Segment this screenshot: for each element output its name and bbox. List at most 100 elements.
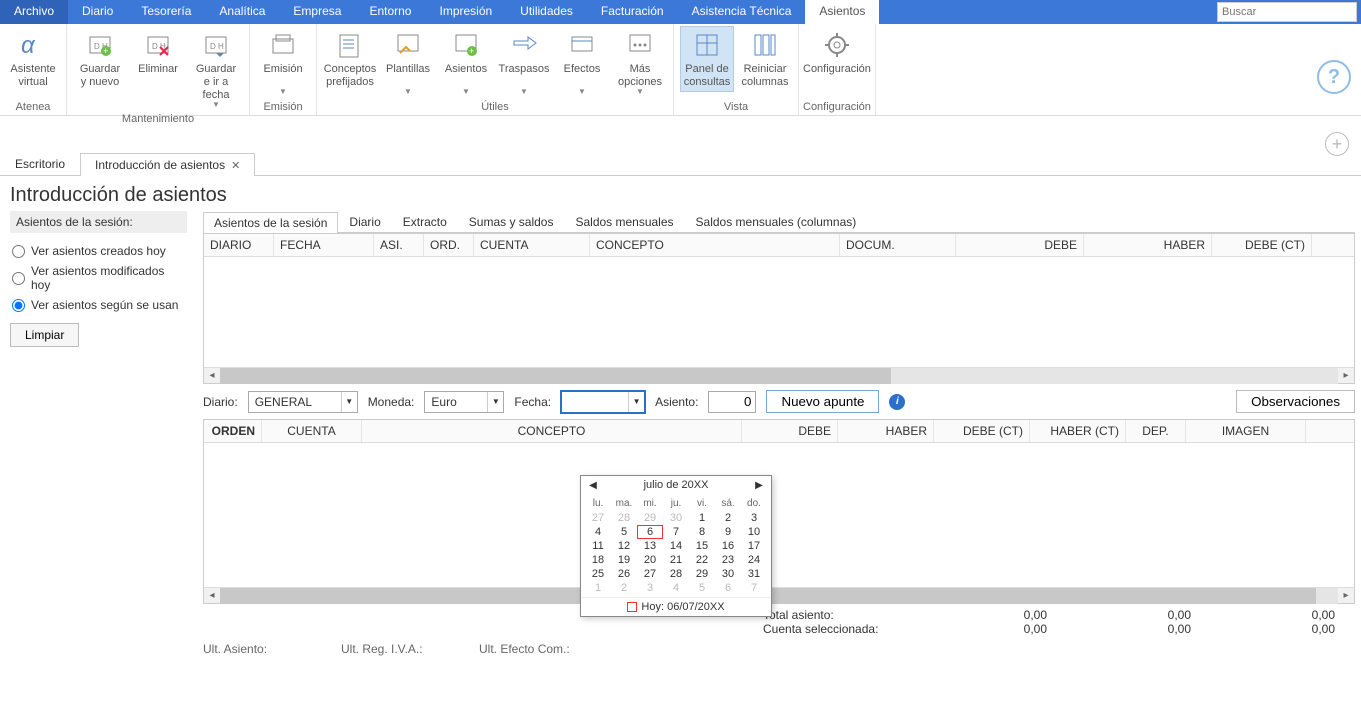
col-fecha[interactable]: FECHA — [274, 234, 374, 256]
day-cell[interactable]: 2 — [715, 511, 741, 525]
ribbon-mas-opciones[interactable]: Más opciones▼ — [613, 26, 667, 98]
menu-impresi-n[interactable]: Impresión — [425, 0, 506, 24]
col-dep-[interactable]: DEP. — [1126, 420, 1186, 442]
day-cell[interactable]: 5 — [689, 581, 715, 595]
ribbon-traspasos[interactable]: Traspasos▼ — [497, 26, 551, 98]
day-cell[interactable]: 13 — [637, 539, 663, 553]
doc-tab-introducci-n-de-asientos[interactable]: Introducción de asientos✕ — [80, 153, 255, 176]
doc-tab-escritorio[interactable]: Escritorio — [0, 152, 80, 175]
chevron-down-icon[interactable]: ▼ — [279, 89, 287, 95]
menu-archivo[interactable]: Archivo — [0, 0, 68, 24]
col-concepto[interactable]: CONCEPTO — [590, 234, 840, 256]
day-cell[interactable]: 5 — [611, 525, 637, 539]
day-cell[interactable]: 24 — [741, 553, 767, 567]
ribbon-eliminar[interactable]: D HEliminar — [131, 26, 185, 92]
ribbon-asientos-dd[interactable]: +Asientos▼ — [439, 26, 493, 98]
ribbon-guardar-fecha[interactable]: D HGuardar e ir a fecha▼ — [189, 26, 243, 111]
day-cell[interactable]: 8 — [689, 525, 715, 539]
radio-input[interactable] — [12, 299, 25, 312]
col-debe-ct-[interactable]: DEBE (CT) — [1212, 234, 1312, 256]
date-picker-month[interactable]: julio de 20XX — [599, 479, 753, 491]
menu-anal-tica[interactable]: Analítica — [205, 0, 279, 24]
session-grid-hscroll[interactable]: ◂ ▸ — [204, 367, 1354, 383]
day-cell[interactable]: 10 — [741, 525, 767, 539]
day-cell[interactable]: 14 — [663, 539, 689, 553]
menu-tesorer-a[interactable]: Tesorería — [127, 0, 205, 24]
session-filter-radio-0[interactable]: Ver asientos creados hoy — [10, 241, 187, 261]
ribbon-guardar-nuevo[interactable]: D H+Guardar y nuevo — [73, 26, 127, 92]
day-cell[interactable]: 3 — [637, 581, 663, 595]
day-cell[interactable]: 2 — [611, 581, 637, 595]
scroll-left-icon[interactable]: ◂ — [204, 370, 220, 381]
col-debe[interactable]: DEBE — [956, 234, 1084, 256]
day-cell[interactable]: 1 — [689, 511, 715, 525]
day-cell[interactable]: 20 — [637, 553, 663, 567]
col-ord-[interactable]: ORD. — [424, 234, 474, 256]
col-haber[interactable]: HABER — [838, 420, 934, 442]
observaciones-button[interactable]: Observaciones — [1236, 390, 1355, 413]
ribbon-plantillas[interactable]: Plantillas▼ — [381, 26, 435, 98]
day-cell[interactable]: 30 — [663, 511, 689, 525]
ribbon-efectos[interactable]: Efectos▼ — [555, 26, 609, 98]
col-imagen[interactable]: IMAGEN — [1186, 420, 1306, 442]
moneda-combo[interactable]: Euro▼ — [424, 391, 504, 413]
scroll-right-icon[interactable]: ▸ — [1338, 590, 1354, 601]
day-cell[interactable]: 7 — [663, 525, 689, 539]
menu-entorno[interactable]: Entorno — [355, 0, 425, 24]
menu-empresa[interactable]: Empresa — [279, 0, 355, 24]
day-cell[interactable]: 16 — [715, 539, 741, 553]
menu-asistencia-t-cnica[interactable]: Asistencia Técnica — [678, 0, 806, 24]
day-cell[interactable]: 6 — [637, 525, 663, 539]
day-cell[interactable]: 9 — [715, 525, 741, 539]
day-cell[interactable]: 6 — [715, 581, 741, 595]
day-cell[interactable]: 17 — [741, 539, 767, 553]
apuntes-grid-body[interactable] — [204, 443, 1354, 587]
day-cell[interactable]: 7 — [741, 581, 767, 595]
day-cell[interactable]: 28 — [663, 567, 689, 581]
day-cell[interactable]: 22 — [689, 553, 715, 567]
ribbon-asistente[interactable]: αAsistente virtual — [6, 26, 60, 92]
sub-tab-asientos-de-la-sesi-n[interactable]: Asientos de la sesión — [203, 212, 338, 233]
help-icon[interactable]: ? — [1317, 60, 1351, 94]
col-haber[interactable]: HABER — [1084, 234, 1212, 256]
scroll-right-icon[interactable]: ▸ — [1338, 370, 1354, 381]
chevron-down-icon[interactable]: ▼ — [404, 89, 412, 95]
col-cuenta[interactable]: CUENTA — [262, 420, 362, 442]
col-diario[interactable]: DIARIO — [204, 234, 274, 256]
session-filter-radio-1[interactable]: Ver asientos modificados hoy — [10, 261, 187, 295]
ribbon-emision[interactable]: Emisión▼ — [256, 26, 310, 98]
menu-facturaci-n[interactable]: Facturación — [587, 0, 678, 24]
col-cuenta[interactable]: CUENTA — [474, 234, 590, 256]
chevron-down-icon[interactable]: ▼ — [636, 89, 644, 95]
radio-input[interactable] — [12, 272, 25, 285]
asiento-input[interactable] — [708, 391, 756, 413]
chevron-down-icon[interactable]: ▼ — [462, 89, 470, 95]
diario-combo[interactable]: GENERAL▼ — [248, 391, 358, 413]
day-cell[interactable]: 15 — [689, 539, 715, 553]
col-haber-ct-[interactable]: HABER (CT) — [1030, 420, 1126, 442]
search-input[interactable] — [1217, 2, 1357, 22]
apuntes-grid-hscroll[interactable]: ◂ ▸ — [204, 587, 1354, 603]
close-icon[interactable]: ✕ — [231, 160, 240, 172]
sub-tab-saldos-mensuales[interactable]: Saldos mensuales — [564, 211, 684, 232]
day-cell[interactable]: 31 — [741, 567, 767, 581]
chevron-down-icon[interactable]: ▼ — [212, 102, 220, 108]
chevron-down-icon[interactable]: ▼ — [487, 392, 503, 412]
day-cell[interactable]: 27 — [585, 511, 611, 525]
next-month-icon[interactable]: ▶ — [753, 480, 765, 491]
day-cell[interactable]: 28 — [611, 511, 637, 525]
day-cell[interactable]: 26 — [611, 567, 637, 581]
col-concepto[interactable]: CONCEPTO — [362, 420, 742, 442]
col-docum-[interactable]: DOCUM. — [840, 234, 956, 256]
day-cell[interactable]: 3 — [741, 511, 767, 525]
col-asi-[interactable]: ASI. — [374, 234, 424, 256]
day-cell[interactable]: 4 — [585, 525, 611, 539]
date-picker[interactable]: ◀ julio de 20XX ▶ lu.ma.mi.ju.vi.sá.do.2… — [580, 475, 772, 617]
sub-tab-sumas-y-saldos[interactable]: Sumas y saldos — [458, 211, 565, 232]
day-cell[interactable]: 12 — [611, 539, 637, 553]
day-cell[interactable]: 23 — [715, 553, 741, 567]
scroll-left-icon[interactable]: ◂ — [204, 590, 220, 601]
day-cell[interactable]: 30 — [715, 567, 741, 581]
sub-tab-extracto[interactable]: Extracto — [392, 211, 458, 232]
ribbon-config[interactable]: Configuración — [810, 26, 864, 92]
